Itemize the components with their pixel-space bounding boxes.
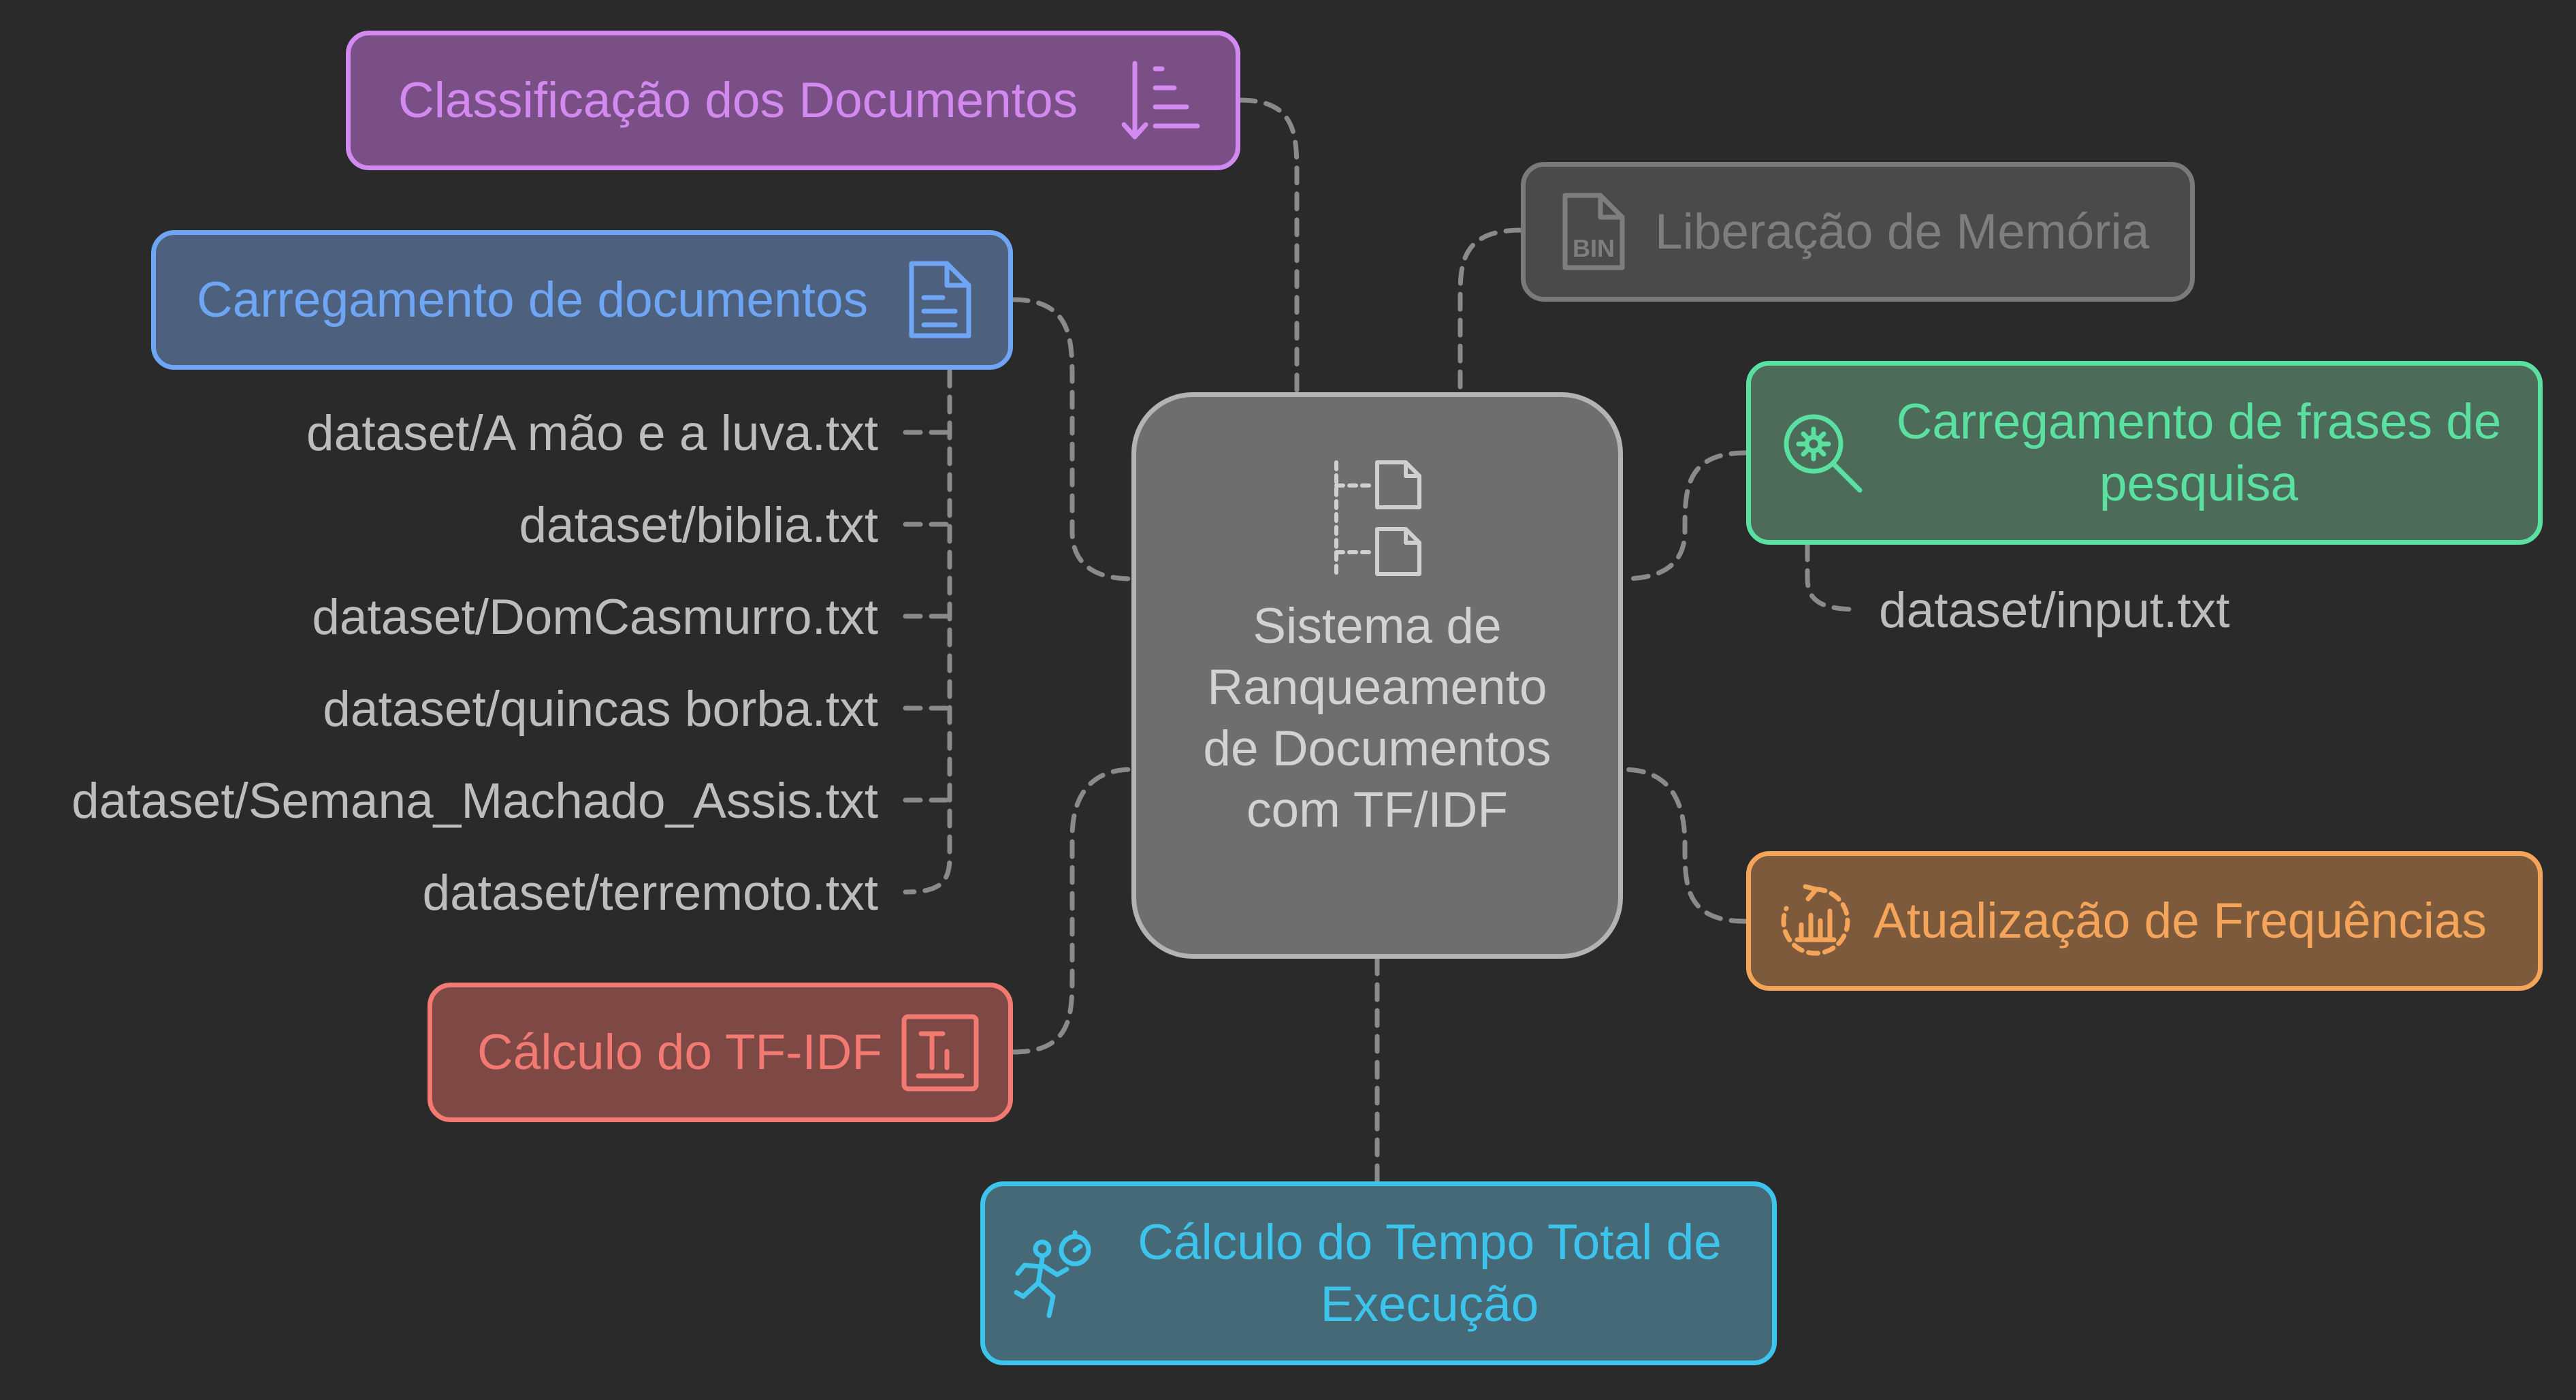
connector-frases bbox=[1620, 450, 1749, 582]
node-calculo-tempo[interactable]: Cálculo do Tempo Total de Execução bbox=[980, 1181, 1777, 1365]
leaf-document-file: dataset/DomCasmurro.txt bbox=[312, 590, 878, 645]
search-settings-icon bbox=[1778, 409, 1867, 497]
node-carregamento-documentos-label: Carregamento de documentos bbox=[197, 272, 869, 328]
mindmap-canvas: Sistema de Ranqueamento de Documentos co… bbox=[0, 0, 2576, 1400]
node-liberacao-memoria[interactable]: BIN Liberação de Memória bbox=[1521, 162, 2195, 302]
connector-input-file bbox=[1805, 542, 1861, 612]
text-format-icon bbox=[901, 1013, 980, 1092]
connector-frequencias bbox=[1620, 767, 1749, 924]
node-carregamento-frases[interactable]: Carregamento de frases de pesquisa bbox=[1746, 361, 2543, 545]
connector-carregamento-docs bbox=[1010, 297, 1134, 582]
connector-doc-files bbox=[903, 368, 952, 895]
node-atualizacao-frequencias[interactable]: Atualização de Frequências bbox=[1746, 851, 2543, 991]
document-text-icon bbox=[906, 259, 974, 341]
node-carregamento-documentos[interactable]: Carregamento de documentos bbox=[151, 230, 1013, 370]
node-carregamento-frases-label: Carregamento de frases de pesquisa bbox=[1896, 394, 2502, 511]
sort-descending-icon bbox=[1120, 57, 1202, 145]
running-stopwatch-icon bbox=[1012, 1226, 1101, 1321]
node-classificacao-label: Classificação dos Documentos bbox=[398, 72, 1078, 128]
connector-tfidf bbox=[1010, 767, 1134, 1055]
node-liberacao-memoria-label: Liberação de Memória bbox=[1655, 204, 2150, 259]
leaf-document-file: dataset/biblia.txt bbox=[519, 498, 878, 553]
documents-tree-icon bbox=[1334, 460, 1421, 576]
leaf-document-file: dataset/quincas borba.txt bbox=[323, 682, 878, 737]
leaf-input-file: dataset/input.txt bbox=[1879, 583, 2230, 638]
connector-classificacao bbox=[1238, 97, 1300, 395]
node-calculo-tfidf-label: Cálculo do TF-IDF bbox=[477, 1024, 882, 1080]
node-calculo-tfidf[interactable]: Cálculo do TF-IDF bbox=[428, 983, 1013, 1122]
connector-liberacao bbox=[1458, 227, 1524, 395]
leaf-document-file: dataset/Semana_Machado_Assis.txt bbox=[71, 774, 878, 829]
central-node[interactable]: Sistema de Ranqueamento de Documentos co… bbox=[1131, 392, 1623, 959]
refresh-chart-icon bbox=[1778, 884, 1853, 959]
leaf-document-file: dataset/terremoto.txt bbox=[422, 865, 878, 921]
node-atualizacao-frequencias-label: Atualização de Frequências bbox=[1873, 893, 2487, 949]
binary-file-icon: BIN bbox=[1560, 191, 1628, 273]
svg-text:BIN: BIN bbox=[1573, 234, 1615, 262]
node-calculo-tempo-label: Cálculo do Tempo Total de Execução bbox=[1138, 1214, 1722, 1332]
central-node-label: Sistema de Ranqueamento de Documentos co… bbox=[1203, 599, 1551, 838]
leaf-document-file: dataset/A mão e a luva.txt bbox=[306, 406, 878, 461]
node-classificacao[interactable]: Classificação dos Documentos bbox=[346, 31, 1240, 170]
